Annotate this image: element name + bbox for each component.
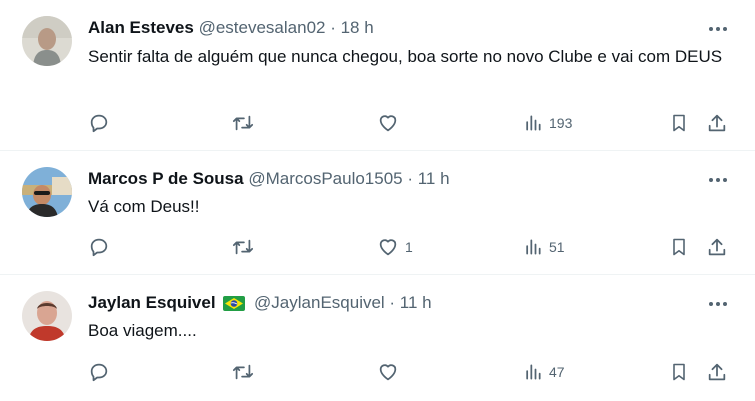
views-button[interactable]: 47	[523, 360, 565, 384]
view-count: 47	[549, 364, 565, 380]
heart-icon	[379, 115, 397, 132]
views-button[interactable]: 193	[523, 111, 572, 135]
tweet-text: Vá com Deus!!	[88, 197, 200, 216]
share-button[interactable]	[706, 111, 728, 135]
bookmark-icon	[673, 114, 685, 132]
tweet-text: Sentir falta de alguém que nunca chegou,…	[88, 47, 723, 66]
share-icon	[708, 238, 726, 256]
avatar[interactable]	[22, 291, 72, 341]
avatar[interactable]	[22, 16, 72, 66]
like-button[interactable]	[377, 360, 405, 384]
tweet[interactable]: Jaylan Esquivel @JaylanEsquivel · 11 h B…	[0, 275, 755, 401]
share-button[interactable]	[706, 235, 728, 259]
display-name[interactable]: Marcos P de Sousa	[88, 169, 244, 188]
bookmark-button[interactable]	[669, 111, 689, 135]
share-icon	[708, 114, 726, 132]
display-name[interactable]: Alan Esteves	[88, 18, 194, 37]
tweet-text: Boa viagem....	[88, 321, 197, 340]
bookmark-icon	[673, 238, 685, 256]
retweet-icon	[232, 239, 254, 255]
tweet-header: Marcos P de Sousa @MarcosPaulo1505 · 11 …	[88, 168, 695, 190]
like-button[interactable]: 1	[377, 235, 413, 259]
retweet-button[interactable]	[231, 111, 255, 135]
tweet-actions: 193	[0, 111, 755, 135]
tweet-header: Jaylan Esquivel @JaylanEsquivel · 11 h	[88, 292, 695, 317]
reply-feed: Alan Esteves @estevesalan02 · 18 h Senti…	[0, 0, 755, 401]
reply-button[interactable]	[88, 111, 110, 135]
tweet[interactable]: Marcos P de Sousa @MarcosPaulo1505 · 11 …	[0, 151, 755, 275]
bookmark-button[interactable]	[669, 235, 689, 259]
bookmark-icon	[673, 363, 685, 381]
tweet-header: Alan Esteves @estevesalan02 · 18 h	[88, 17, 695, 39]
handle-and-time[interactable]: @MarcosPaulo1505 · 11 h	[248, 169, 449, 188]
reply-icon	[90, 363, 108, 382]
share-button[interactable]	[706, 360, 728, 384]
views-icon	[526, 239, 541, 255]
heart-icon	[379, 364, 397, 381]
like-button[interactable]	[377, 111, 405, 135]
more-icon[interactable]	[707, 18, 729, 40]
reply-icon	[90, 114, 108, 133]
tweet[interactable]: Alan Esteves @estevesalan02 · 18 h Senti…	[0, 0, 755, 151]
view-count: 193	[549, 115, 573, 131]
heart-icon	[379, 239, 397, 256]
bookmark-button[interactable]	[669, 360, 689, 384]
views-icon	[526, 115, 541, 131]
tweet-actions: 47	[0, 360, 755, 384]
more-icon[interactable]	[707, 169, 729, 191]
views-button[interactable]: 51	[523, 235, 565, 259]
like-count: 1	[405, 239, 413, 255]
reply-icon	[90, 238, 108, 257]
retweet-icon	[232, 364, 254, 380]
reply-button[interactable]	[88, 360, 110, 384]
retweet-button[interactable]	[231, 360, 255, 384]
retweet-icon	[232, 115, 254, 131]
share-icon	[708, 363, 726, 381]
more-icon[interactable]	[707, 293, 729, 315]
reply-button[interactable]	[88, 235, 110, 259]
tweet-actions: 1 51	[0, 235, 755, 259]
avatar[interactable]	[22, 167, 72, 217]
handle-and-time[interactable]: @estevesalan02 · 18 h	[199, 18, 374, 37]
display-name[interactable]: Jaylan Esquivel	[88, 293, 216, 312]
views-icon	[526, 364, 541, 380]
handle-and-time[interactable]: @JaylanEsquivel · 11 h	[254, 293, 432, 312]
view-count: 51	[549, 239, 565, 255]
retweet-button[interactable]	[231, 235, 255, 259]
brazil-flag-icon	[223, 295, 246, 317]
